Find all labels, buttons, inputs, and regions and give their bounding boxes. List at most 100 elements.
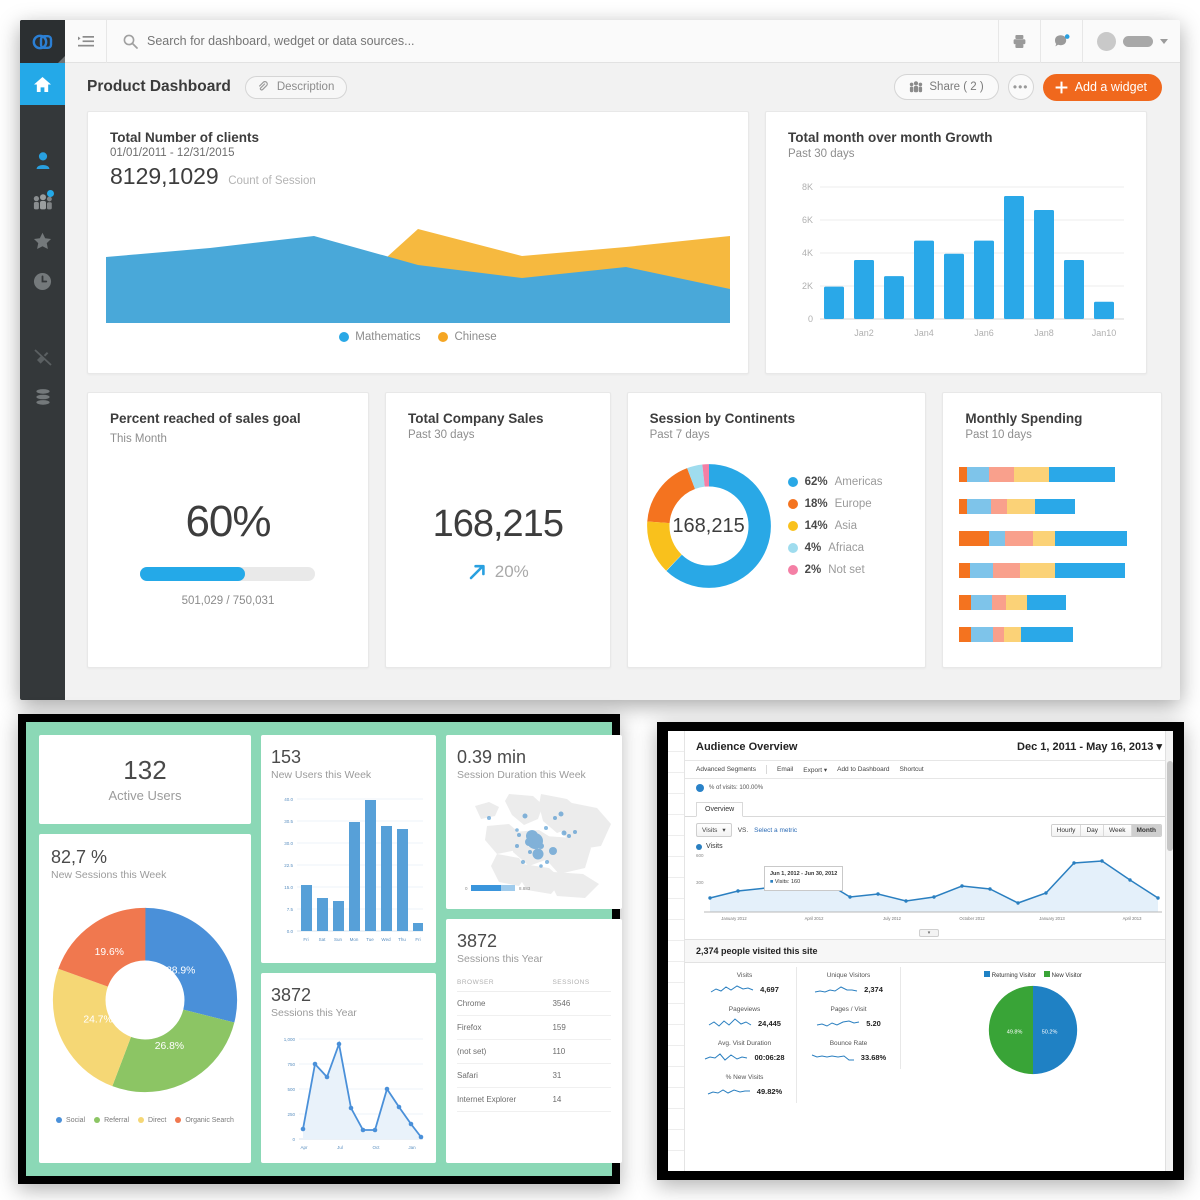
ga-segment-row: % of visits: 100.00% bbox=[685, 779, 1173, 797]
europe-map: 0 8.883 bbox=[457, 788, 611, 900]
search-container[interactable] bbox=[107, 20, 998, 63]
sidebar-item-favorites[interactable] bbox=[20, 221, 65, 261]
tooltip-value-text: Visits: 160 bbox=[774, 879, 801, 886]
ga-toolbar-shortcut[interactable]: Shortcut bbox=[900, 766, 924, 773]
sparkline-icon bbox=[710, 985, 754, 993]
svg-text:Jan8: Jan8 bbox=[1034, 328, 1054, 338]
more-options-button[interactable]: ••• bbox=[1007, 74, 1034, 100]
select-a-metric-link[interactable]: Select a metric bbox=[754, 827, 797, 834]
card-new-sessions[interactable]: 82,7 % New Sessions this Week 28.9% 26.8… bbox=[39, 833, 251, 1163]
legend-label-asia: Asia bbox=[834, 520, 857, 532]
widget-month-over-month-growth[interactable]: Total month over month Growth Past 30 da… bbox=[765, 111, 1147, 374]
continents-legend-item: 2% Not set bbox=[787, 564, 883, 576]
description-label: Description bbox=[276, 81, 335, 93]
screenshot-stage: Product Dashboard Description Shar bbox=[0, 0, 1200, 1200]
granularity-day[interactable]: Day bbox=[1081, 824, 1104, 836]
print-button[interactable] bbox=[998, 20, 1040, 63]
svg-text:Jan2: Jan2 bbox=[854, 328, 874, 338]
svg-text:Sat: Sat bbox=[319, 937, 327, 942]
card-active-users[interactable]: 132 Active Users bbox=[39, 735, 251, 824]
user-menu[interactable] bbox=[1082, 20, 1180, 63]
metric-row: 4,697 bbox=[693, 983, 796, 995]
ga-visitor-type-pie-chart: 50.2% 49.8% bbox=[988, 985, 1078, 1075]
ga-toolbar-email[interactable]: Email bbox=[777, 766, 793, 773]
continents-header: Session by Continents Past 7 days bbox=[628, 393, 926, 441]
sidebar-item-home[interactable] bbox=[20, 63, 65, 105]
ga-metrics-right-column: Unique Visitors 2,374 Pages / Visit 5.20 bbox=[797, 967, 901, 1103]
share-button[interactable]: Share ( 2 ) bbox=[894, 74, 999, 100]
svg-text:26.8%: 26.8% bbox=[155, 1041, 184, 1052]
column-browser: BROWSER bbox=[457, 974, 553, 992]
sessions-year-area bbox=[303, 1044, 421, 1139]
collapse-sidebar-icon bbox=[77, 35, 94, 46]
legend-label-not-set: Not set bbox=[828, 564, 865, 576]
tooltip-value: ■ Visits: 160 bbox=[770, 879, 801, 886]
description-button[interactable]: Description bbox=[244, 75, 348, 99]
ga-scrollbar-thumb[interactable] bbox=[1167, 761, 1173, 851]
granularity-month[interactable]: Month bbox=[1131, 824, 1161, 836]
search-input[interactable] bbox=[147, 34, 935, 48]
sidebar-item-user[interactable] bbox=[20, 141, 65, 181]
app-logo[interactable] bbox=[20, 20, 65, 63]
continents-legend-item: 18% Europe bbox=[787, 498, 883, 510]
collapse-sidebar-button[interactable] bbox=[65, 20, 107, 63]
sidebar-item-team[interactable] bbox=[20, 181, 65, 221]
widget-total-number-of-clients[interactable]: Total Number of clients 01/01/2011 - 12/… bbox=[87, 111, 749, 374]
widget-percent-reached-sales-goal[interactable]: Percent reached of sales goal This Month… bbox=[87, 392, 369, 668]
legend-label-returning-visitor: Returning Visitor bbox=[991, 973, 1036, 979]
sparkline-icon bbox=[811, 1054, 854, 1061]
continents-chart-area: 168,215 62% Americas 18% Europe 14% Asia… bbox=[628, 441, 926, 593]
sessions-line-value: 3872 bbox=[271, 985, 312, 1005]
widget-session-by-continents[interactable]: Session by Continents Past 7 days 168,21… bbox=[626, 392, 927, 668]
widget-monthly-spending[interactable]: Monthly Spending Past 10 days bbox=[942, 392, 1163, 668]
svg-text:Jan6: Jan6 bbox=[974, 328, 994, 338]
ga-page-title: Audience Overview bbox=[696, 741, 798, 753]
granularity-toggle[interactable]: Hourly Day Week Month bbox=[1050, 823, 1162, 837]
dashboard-actions: Share ( 2 ) ••• Add a widget bbox=[894, 73, 1162, 101]
card-session-duration[interactable]: 0.39 min Session Duration this Week 0 8.… bbox=[446, 735, 622, 909]
sidebar-item-recent[interactable] bbox=[20, 261, 65, 301]
svg-text:8K: 8K bbox=[802, 182, 813, 192]
clients-value-caption: Count of Session bbox=[228, 175, 316, 187]
widget-total-company-sales[interactable]: Total Company Sales Past 30 days 168,215… bbox=[384, 392, 611, 668]
ga-metrics-panel: Visits 4,697 Pageviews 24,445 Avg. Visit… bbox=[685, 963, 1173, 1103]
growth-title: Total month over month Growth bbox=[788, 130, 993, 145]
svg-text:50.2%: 50.2% bbox=[1042, 1030, 1058, 1036]
ga-date-range-selector[interactable]: Dec 1, 2011 - May 16, 2013 ▾ bbox=[1017, 740, 1162, 753]
metric-row: 33.68% bbox=[797, 1051, 900, 1063]
legend-item-returning-visitor: Returning Visitor bbox=[984, 971, 1036, 979]
legend-pct-americas: 62% bbox=[804, 476, 828, 488]
granularity-hourly[interactable]: Hourly bbox=[1051, 824, 1082, 836]
sidebar-item-data[interactable] bbox=[20, 377, 65, 417]
card-sessions-table[interactable]: 3872 Sessions this Year BROWSER SESSIONS… bbox=[446, 918, 622, 1163]
svg-text:January 2012: January 2012 bbox=[721, 916, 747, 921]
ga-toolbar-advanced-segments[interactable]: Advanced Segments bbox=[696, 766, 756, 773]
ga-toolbar-export[interactable]: Export ▾ bbox=[803, 766, 827, 774]
metric-title: Visits bbox=[736, 972, 753, 979]
sessions-year-line-chart: 1,000750500 2500 Apr Jul Oct Jan bbox=[284, 1037, 424, 1150]
svg-text:1,000: 1,000 bbox=[284, 1037, 296, 1042]
metric-row: 5.20 bbox=[797, 1017, 900, 1029]
notifications-button[interactable] bbox=[1040, 20, 1082, 63]
cell-browser: (not set) bbox=[457, 1039, 553, 1064]
spending-header: Monthly Spending Past 10 days bbox=[943, 393, 1161, 441]
metric-title: Pages / Visit bbox=[830, 1006, 867, 1013]
widget-row-2: Percent reached of sales goal This Month… bbox=[87, 392, 1163, 668]
card-new-users[interactable]: 153 New Users this Week 40.0 30.5 30.0 22.… bbox=[261, 735, 436, 963]
ga-scrollbar[interactable] bbox=[1165, 731, 1173, 1171]
svg-text:Jan10: Jan10 bbox=[1092, 328, 1117, 338]
metric-select[interactable]: Visits ▾ bbox=[696, 823, 732, 837]
metric-pages-per-visit: Pages / Visit 5.20 bbox=[797, 1001, 901, 1035]
granularity-week[interactable]: Week bbox=[1104, 824, 1132, 836]
ga-left-rail bbox=[668, 731, 685, 1171]
ga-toolbar-add-to-dashboard[interactable]: Add to Dashboard bbox=[837, 766, 889, 773]
svg-text:30.5: 30.5 bbox=[284, 819, 293, 824]
continents-legend-item: 62% Americas bbox=[787, 476, 883, 488]
svg-text:4K: 4K bbox=[802, 248, 813, 258]
tab-overview[interactable]: Overview bbox=[696, 802, 744, 817]
card-sessions-this-year-line[interactable]: 3872 Sessions this Year 1,000 750 500 250 0 bbox=[261, 973, 436, 1163]
add-widget-button[interactable]: Add a widget bbox=[1042, 73, 1162, 101]
sidebar-item-connection[interactable] bbox=[20, 337, 65, 377]
